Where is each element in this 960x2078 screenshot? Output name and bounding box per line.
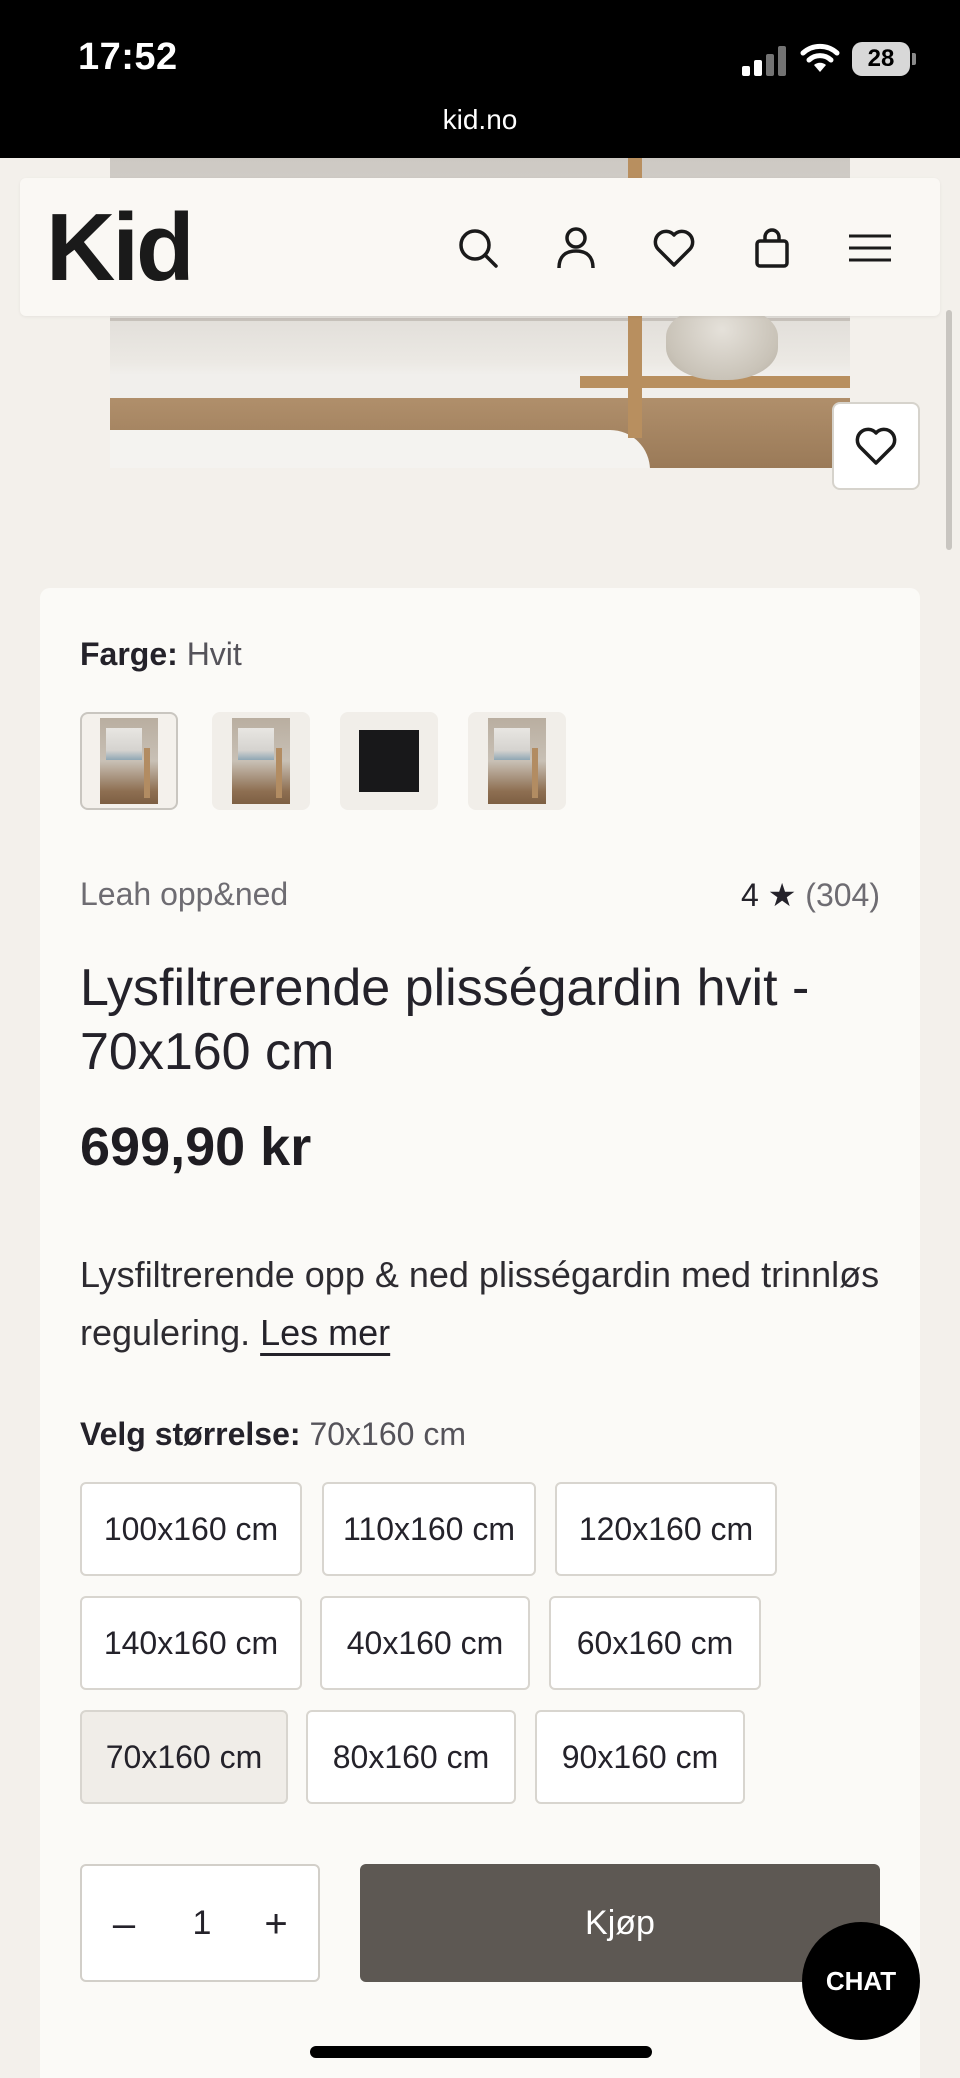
product-title: Lysfiltrerende plisségardin hvit - 70x16… [80,959,810,1081]
cart-icon[interactable] [744,220,800,276]
size-option-40x160[interactable]: 40x160 cm [320,1596,530,1690]
product-card: Farge: Hvit Leah opp&ned 4 ★ (304) Lysfi… [40,588,920,2078]
account-icon[interactable] [548,220,604,276]
home-indicator[interactable] [310,2046,652,2058]
heart-icon [855,427,897,465]
rating-score: 4 ★ [741,877,797,913]
status-bar: 17:52 28 kid.no [0,0,960,158]
logo[interactable]: Kid [46,200,195,296]
product-description: Lysfiltrerende opp & ned plisségardin me… [80,1246,880,1362]
size-option-110x160[interactable]: 110x160 cm [322,1482,536,1576]
quantity-stepper: – 1 + [80,1864,320,1982]
brand-name[interactable]: Leah opp&ned [80,876,288,913]
size-option-140x160[interactable]: 140x160 cm [80,1596,302,1690]
site-header: Kid [20,178,940,316]
size-label-row: Velg størrelse: 70x160 cm [80,1416,466,1453]
favorites-icon[interactable] [646,220,702,276]
menu-icon[interactable] [842,220,898,276]
color-label-row: Farge: Hvit [80,636,242,673]
signal-icon [742,44,786,76]
size-label: Velg størrelse: [80,1416,301,1452]
rating[interactable]: 4 ★ (304) [741,876,880,914]
size-option-90x160[interactable]: 90x160 cm [535,1710,745,1804]
color-label: Farge: [80,636,178,672]
wifi-icon [800,42,840,79]
description-text: Lysfiltrerende opp & ned plisségardin me… [80,1254,880,1353]
buy-button[interactable]: Kjøp [360,1864,880,1982]
size-option-100x160[interactable]: 100x160 cm [80,1482,302,1576]
color-swatch-1[interactable] [80,712,178,810]
product-price: 699,90 kr [80,1117,312,1177]
decrease-quantity-button[interactable]: – [96,1896,152,1952]
color-swatch-3[interactable] [340,712,438,810]
status-time: 17:52 [78,36,178,78]
size-option-60x160[interactable]: 60x160 cm [549,1596,761,1690]
size-option-120x160[interactable]: 120x160 cm [555,1482,777,1576]
color-swatch-2[interactable] [212,712,310,810]
add-to-favorites-button[interactable] [832,402,920,490]
color-value: Hvit [186,636,242,672]
url-bar[interactable]: kid.no [0,104,960,136]
size-value: 70x160 cm [309,1416,466,1452]
chat-button[interactable]: CHAT [802,1922,920,2040]
scrollbar[interactable] [946,310,952,550]
battery-icon: 28 [852,42,916,76]
read-more-link[interactable]: Les mer [260,1312,390,1353]
size-option-70x160[interactable]: 70x160 cm [80,1710,288,1804]
increase-quantity-button[interactable]: + [248,1896,304,1952]
size-option-80x160[interactable]: 80x160 cm [306,1710,516,1804]
search-icon[interactable] [450,220,506,276]
color-swatch-4[interactable] [468,712,566,810]
rating-count: (304) [805,877,880,913]
quantity-value[interactable]: 1 [172,1904,232,1943]
